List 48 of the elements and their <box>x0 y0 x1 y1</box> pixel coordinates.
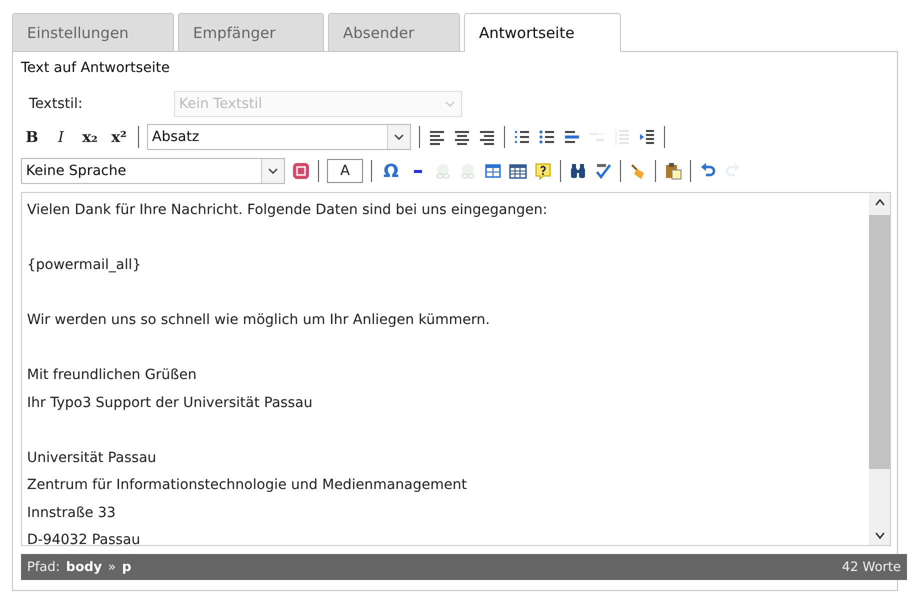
editor-area[interactable] <box>21 192 891 546</box>
toolbar-button[interactable]: x₂ <box>79 126 101 148</box>
help-icon[interactable] <box>534 162 552 180</box>
bullet-list-icon[interactable] <box>538 128 556 146</box>
toolbar-button[interactable]: B <box>21 126 43 148</box>
textstyle-label: Textstil: <box>28 96 84 112</box>
path-element[interactable]: p <box>122 560 132 574</box>
text-line: Ihr Typo3 Support der Universität Passau <box>27 394 312 412</box>
table-properties-icon[interactable] <box>509 162 527 180</box>
align-left-icon[interactable] <box>428 128 446 146</box>
toolbar-button[interactable]: A <box>327 159 363 183</box>
text-line: Innstraße 33 <box>27 504 116 522</box>
paste-icon[interactable] <box>664 162 682 180</box>
text-line: D-94032 Passau <box>27 531 140 550</box>
path-label: Pfad: <box>27 560 60 574</box>
toolbar-button[interactable]: x² <box>108 126 130 148</box>
indent-arrow-icon[interactable] <box>638 128 656 146</box>
word-count: 42 Worte <box>842 560 901 574</box>
align-center-icon[interactable] <box>453 128 471 146</box>
tab[interactable]: Empfänger <box>178 13 324 51</box>
field-label: Text auf Antwortseite <box>21 60 170 76</box>
square-icon[interactable] <box>292 162 310 180</box>
caret-icon <box>268 168 278 174</box>
toolbar-button[interactable]: Ω <box>380 160 402 182</box>
tab[interactable]: Absender <box>328 13 460 51</box>
tab[interactable]: Einstellungen <box>12 13 174 51</box>
table-icon[interactable] <box>484 162 502 180</box>
text-line: Mit freundlichen Grüßen <box>27 366 197 385</box>
caret-icon <box>445 101 455 107</box>
numbered-list-icon[interactable] <box>513 128 531 146</box>
text-line: Universität Passau <box>27 448 156 468</box>
path-element[interactable]: body <box>66 560 102 574</box>
outdent-icon[interactable] <box>563 128 581 146</box>
language-select[interactable]: Keine Sprache <box>21 158 285 184</box>
text-line: Zentrum für Informationstechnologie und Medienmanagement <box>27 476 467 495</box>
broom-icon[interactable] <box>629 162 647 180</box>
text-line: Vielen Dank für Ihre Nachricht. Folgende Daten sind bei uns eingegangen: <box>27 201 548 220</box>
align-right-icon[interactable] <box>478 128 496 146</box>
text-line: Wir werden uns so schnell wie möglich um Ihr Anliegen kümmern. <box>27 311 490 330</box>
binoculars-icon[interactable] <box>569 162 587 180</box>
path-separator: » <box>108 560 116 574</box>
spellcheck-icon[interactable] <box>594 162 612 180</box>
toolbar-button[interactable]: I <box>50 126 72 148</box>
tab[interactable]: Antwortseite <box>464 13 621 52</box>
text-line: {powermail_all} <box>27 256 142 275</box>
caret-icon <box>394 134 404 140</box>
scrollbar[interactable] <box>869 193 890 545</box>
format-select[interactable]: Absatz <box>147 124 411 150</box>
